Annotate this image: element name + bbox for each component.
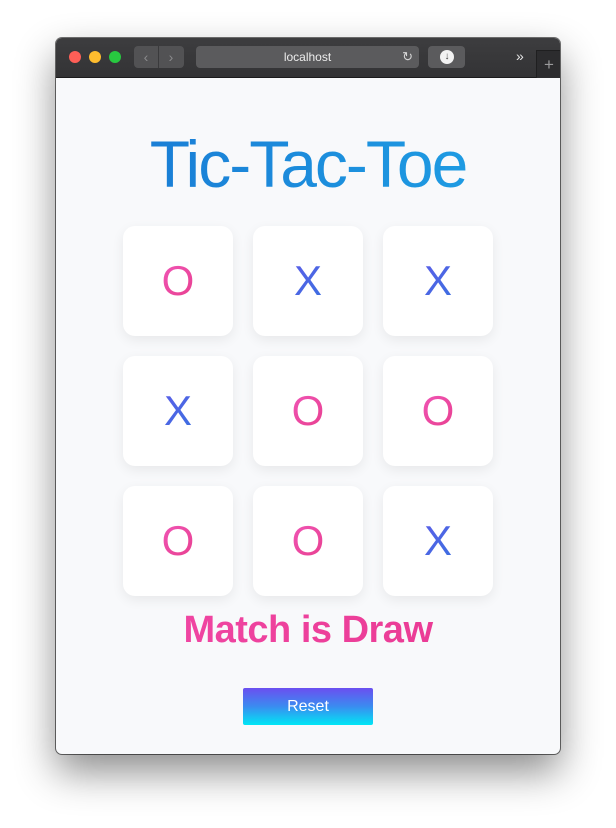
board-cell[interactable]: X bbox=[383, 226, 493, 336]
reset-button[interactable]: Reset bbox=[243, 688, 373, 725]
minimize-window-button[interactable] bbox=[89, 51, 101, 63]
board-cell[interactable]: O bbox=[123, 226, 233, 336]
chevron-left-icon[interactable]: ‹ bbox=[134, 46, 159, 68]
zoom-window-button[interactable] bbox=[109, 51, 121, 63]
download-button[interactable]: ↓ bbox=[428, 46, 465, 68]
board-cell[interactable]: O bbox=[383, 356, 493, 466]
reload-icon[interactable]: ↻ bbox=[402, 46, 413, 68]
board-cell[interactable]: O bbox=[253, 356, 363, 466]
browser-toolbar: ‹ › localhost ↻ ↓ » + bbox=[56, 38, 560, 78]
close-window-button[interactable] bbox=[69, 51, 81, 63]
browser-window: ‹ › localhost ↻ ↓ » + Tic-Tac-Toe OXXXOO… bbox=[56, 38, 560, 754]
board-cell[interactable]: X bbox=[253, 226, 363, 336]
address-bar[interactable]: localhost ↻ bbox=[196, 46, 419, 68]
chevron-right-icon[interactable]: › bbox=[159, 46, 183, 68]
board-cell[interactable]: O bbox=[123, 486, 233, 596]
url-text: localhost bbox=[283, 50, 332, 64]
x-mark: X bbox=[293, 257, 322, 304]
game-board: O X X X O O O O X bbox=[56, 78, 560, 678]
x-mark: X bbox=[423, 257, 452, 304]
x-mark: X bbox=[163, 387, 192, 434]
board-cell[interactable]: X bbox=[383, 486, 493, 596]
o-mark: O bbox=[161, 517, 195, 564]
navigation-buttons: ‹ › bbox=[134, 46, 184, 68]
o-mark: O bbox=[421, 387, 455, 434]
o-mark: O bbox=[291, 517, 325, 564]
game-status: Match is Draw bbox=[56, 606, 560, 654]
double-chevron-right-icon[interactable]: » bbox=[516, 47, 524, 65]
plus-icon[interactable]: + bbox=[536, 50, 560, 78]
download-icon: ↓ bbox=[440, 50, 454, 64]
page-content: Tic-Tac-Toe OXXXOOOOX Match is Draw Rese… bbox=[56, 78, 560, 754]
board-cell[interactable]: O bbox=[253, 486, 363, 596]
board-cell[interactable]: X bbox=[123, 356, 233, 466]
o-mark: O bbox=[291, 387, 325, 434]
o-mark: O bbox=[161, 257, 195, 304]
x-mark: X bbox=[423, 517, 452, 564]
